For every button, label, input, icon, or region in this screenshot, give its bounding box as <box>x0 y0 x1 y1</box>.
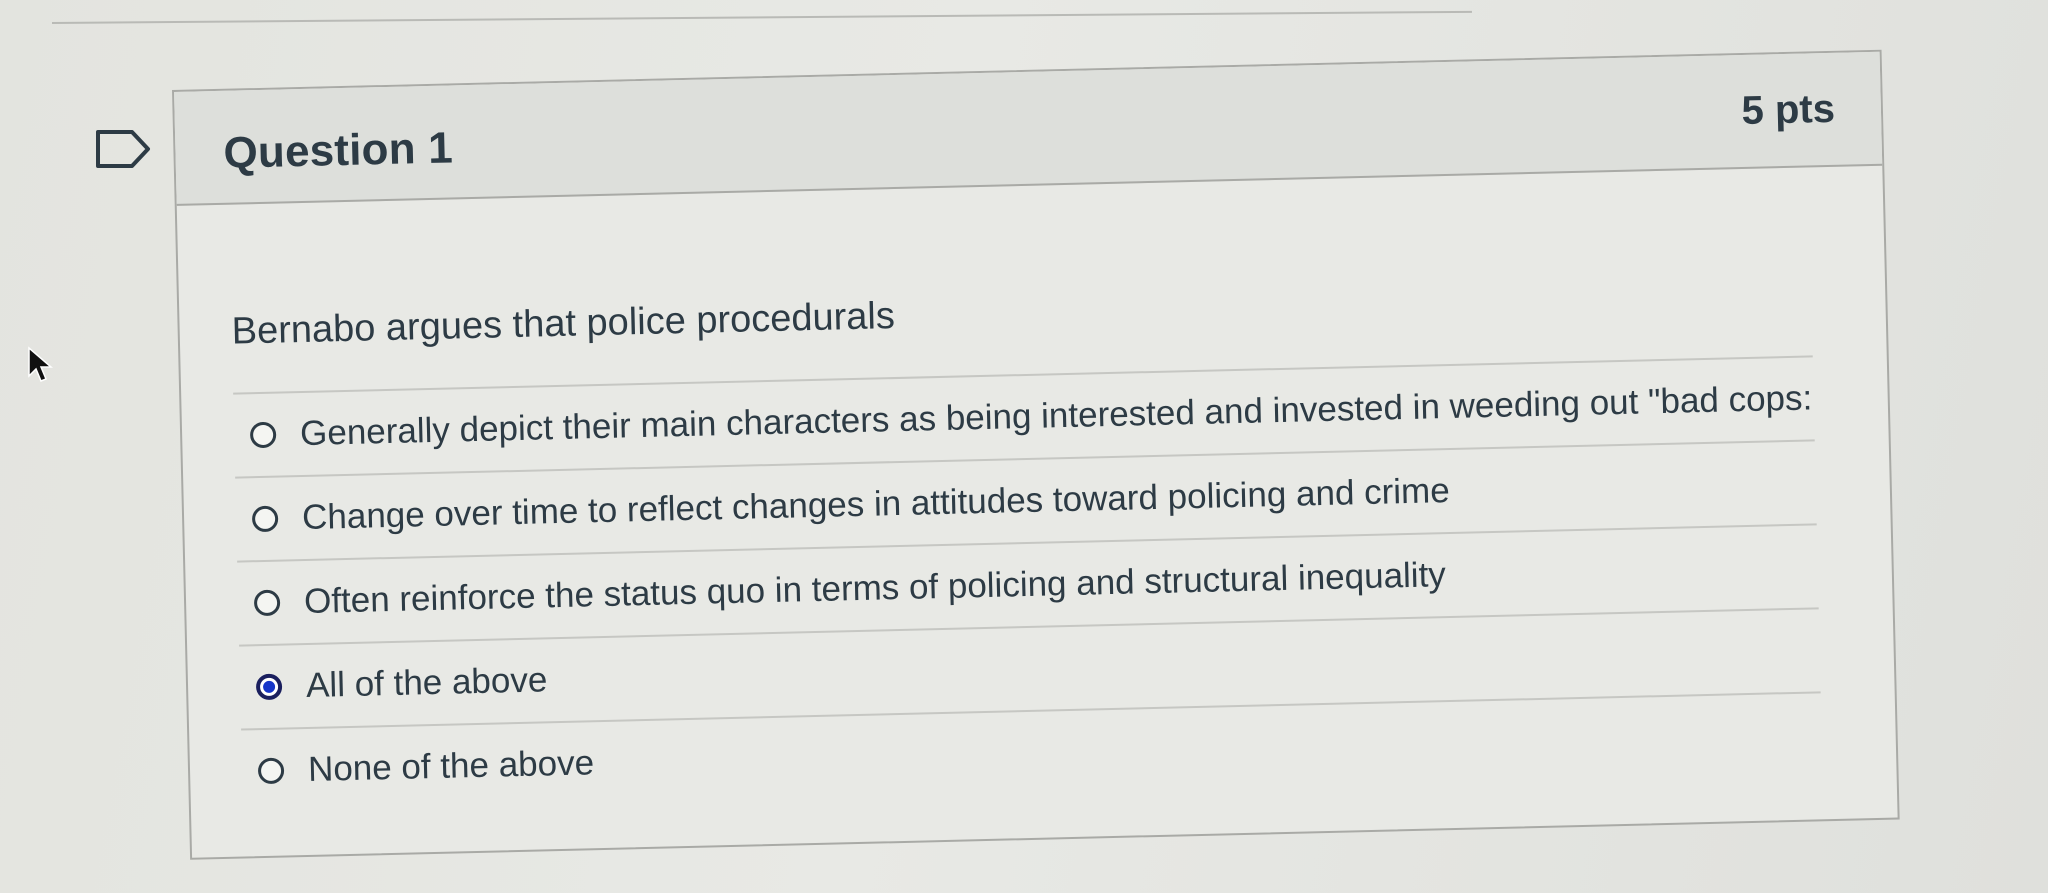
answer-label: None of the above <box>307 743 595 789</box>
question-title: Question 1 <box>222 123 454 178</box>
question-card: Question 1 5 pts Bernabo argues that pol… <box>172 49 1900 860</box>
quiz-screen: Question 1 5 pts Bernabo argues that pol… <box>0 0 2048 893</box>
answer-label: Often reinforce the status quo in terms … <box>303 555 1447 622</box>
divider <box>51 10 1472 24</box>
answer-label: Generally depict their main characters a… <box>299 378 1813 454</box>
mouse-pointer-icon <box>28 346 54 382</box>
answer-list: Generally depict their main characters a… <box>233 355 1823 813</box>
radio-button-selected[interactable] <box>255 673 283 701</box>
flag-question-icon[interactable] <box>94 128 154 170</box>
radio-button[interactable] <box>257 757 285 785</box>
radio-button[interactable] <box>253 589 281 617</box>
question-points: 5 pts <box>1741 86 1836 134</box>
answer-label: Change over time to reflect changes in a… <box>301 471 1451 538</box>
answer-label: All of the above <box>305 660 548 706</box>
question-header: Question 1 5 pts <box>174 51 1883 206</box>
question-prompt: Bernabo argues that police procedurals <box>231 295 896 353</box>
radio-button[interactable] <box>249 421 277 449</box>
radio-button[interactable] <box>251 505 279 533</box>
